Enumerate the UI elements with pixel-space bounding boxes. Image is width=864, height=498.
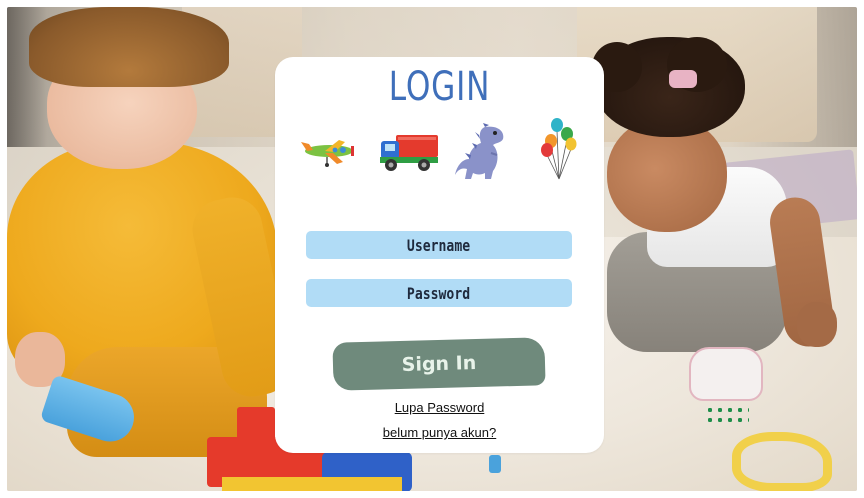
username-label: Username — [407, 235, 471, 255]
toy-piece — [489, 455, 501, 473]
truck-icon — [380, 135, 438, 171]
password-label: Password — [407, 283, 471, 303]
girl-hand — [797, 302, 837, 347]
username-field[interactable]: Username — [306, 231, 572, 259]
toy-pieces — [705, 405, 749, 423]
password-field[interactable]: Password — [306, 279, 572, 307]
airplane-icon — [301, 140, 354, 167]
toy-truck — [222, 477, 402, 491]
register-link[interactable]: belum punya akun? — [275, 425, 604, 440]
forgot-password-link[interactable]: Lupa Password — [275, 400, 604, 415]
dinosaur-icon — [455, 123, 504, 179]
login-title: LOGIN — [388, 64, 491, 110]
sand-mold — [732, 432, 832, 491]
login-card: LOGIN Username Password Sign In Lupa Pas… — [275, 57, 604, 453]
sign-in-button[interactable]: Sign In — [332, 337, 546, 391]
boy-hair — [29, 7, 229, 87]
girl-hair-bow — [669, 70, 697, 88]
girl-shoe — [689, 347, 763, 401]
balloons-icon — [541, 118, 577, 180]
